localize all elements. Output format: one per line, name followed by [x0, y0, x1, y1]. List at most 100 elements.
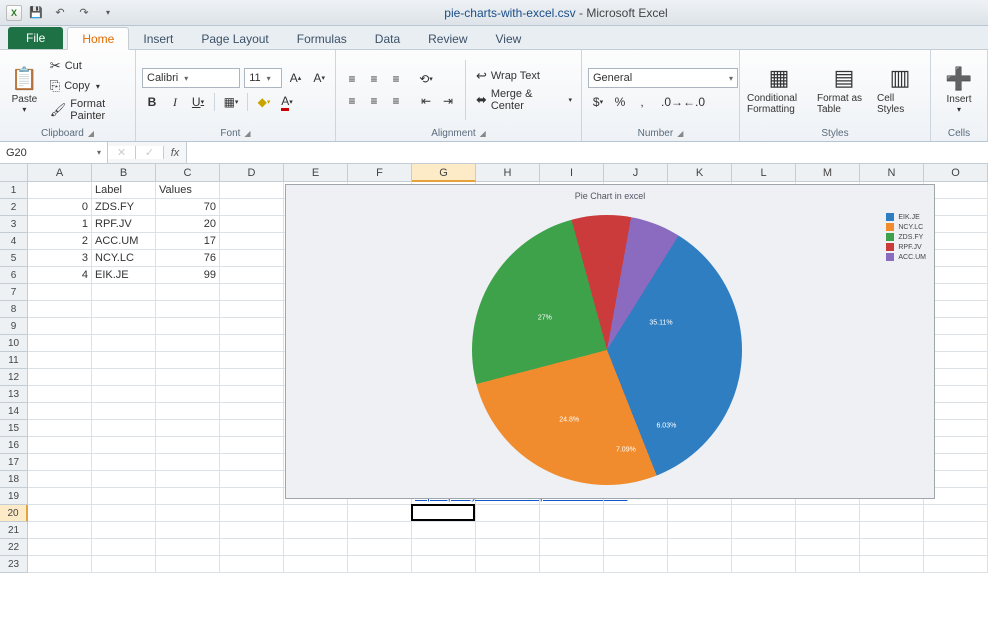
cell-L23[interactable] [732, 556, 796, 573]
tab-insert[interactable]: Insert [129, 28, 187, 49]
cell-M21[interactable] [796, 522, 860, 539]
row-header-20[interactable]: 20 [0, 505, 28, 522]
cell-E21[interactable] [284, 522, 348, 539]
col-header-D[interactable]: D [220, 164, 284, 182]
cell-L22[interactable] [732, 539, 796, 556]
col-header-K[interactable]: K [668, 164, 732, 182]
font-name-combo[interactable]: Calibri▾ [142, 68, 240, 88]
cell-B16[interactable] [92, 437, 156, 454]
cell-B22[interactable] [92, 539, 156, 556]
col-header-B[interactable]: B [92, 164, 156, 182]
cell-D10[interactable] [220, 335, 284, 352]
worksheet-grid[interactable]: ABCDEFGHIJKLMNO 123456789101112131415161… [0, 164, 988, 640]
cell-K20[interactable] [668, 505, 732, 522]
embedded-chart[interactable]: Pie Chart in excel EIK.JENCY.LCZDS.FYRPF… [285, 184, 935, 499]
grow-font-button[interactable]: A▴ [286, 68, 306, 88]
cell-styles-button[interactable]: ▥Cell Styles [876, 57, 924, 123]
font-size-combo[interactable]: 11▾ [244, 68, 281, 88]
col-header-I[interactable]: I [540, 164, 604, 182]
cell-A20[interactable] [28, 505, 92, 522]
cell-D19[interactable] [220, 488, 284, 505]
col-header-N[interactable]: N [860, 164, 924, 182]
cell-A9[interactable] [28, 318, 92, 335]
row-header-19[interactable]: 19 [0, 488, 28, 505]
cell-D17[interactable] [220, 454, 284, 471]
cell-B6[interactable]: EIK.JE [92, 267, 156, 284]
cell-A4[interactable]: 2 [28, 233, 92, 250]
copy-button[interactable]: ⎘Copy▾ [47, 77, 129, 95]
cell-I21[interactable] [540, 522, 604, 539]
col-header-E[interactable]: E [284, 164, 348, 182]
cell-B18[interactable] [92, 471, 156, 488]
row-header-6[interactable]: 6 [0, 267, 28, 284]
col-header-J[interactable]: J [604, 164, 668, 182]
cell-L20[interactable] [732, 505, 796, 522]
border-button[interactable]: ▦▾ [221, 92, 241, 112]
cell-B9[interactable] [92, 318, 156, 335]
undo-button[interactable]: ↶ [50, 3, 70, 23]
fill-color-button[interactable]: ◆▾ [254, 92, 274, 112]
cell-I20[interactable] [540, 505, 604, 522]
row-header-11[interactable]: 11 [0, 352, 28, 369]
cell-I22[interactable] [540, 539, 604, 556]
row-header-21[interactable]: 21 [0, 522, 28, 539]
tab-page-layout[interactable]: Page Layout [187, 28, 282, 49]
cell-D8[interactable] [220, 301, 284, 318]
col-header-C[interactable]: C [156, 164, 220, 182]
row-header-2[interactable]: 2 [0, 199, 28, 216]
cell-B8[interactable] [92, 301, 156, 318]
cell-C9[interactable] [156, 318, 220, 335]
cell-C11[interactable] [156, 352, 220, 369]
cell-G22[interactable] [412, 539, 476, 556]
cell-D4[interactable] [220, 233, 284, 250]
col-header-L[interactable]: L [732, 164, 796, 182]
cell-E22[interactable] [284, 539, 348, 556]
cell-C4[interactable]: 17 [156, 233, 220, 250]
increase-decimal-button[interactable]: .0→ [662, 92, 682, 112]
cell-C21[interactable] [156, 522, 220, 539]
redo-button[interactable]: ↷ [74, 3, 94, 23]
row-header-18[interactable]: 18 [0, 471, 28, 488]
cell-B7[interactable] [92, 284, 156, 301]
cell-A12[interactable] [28, 369, 92, 386]
cell-B15[interactable] [92, 420, 156, 437]
cell-D18[interactable] [220, 471, 284, 488]
cell-F22[interactable] [348, 539, 412, 556]
tab-file[interactable]: File [8, 27, 63, 49]
row-headers[interactable]: 1234567891011121314151617181920212223 [0, 182, 28, 573]
cell-A14[interactable] [28, 403, 92, 420]
cut-button[interactable]: ✂Cut [47, 57, 129, 75]
cell-E20[interactable] [284, 505, 348, 522]
cell-I23[interactable] [540, 556, 604, 573]
cell-N23[interactable] [860, 556, 924, 573]
cell-B10[interactable] [92, 335, 156, 352]
underline-button[interactable]: U▾ [188, 92, 208, 112]
cell-C7[interactable] [156, 284, 220, 301]
cell-A19[interactable] [28, 488, 92, 505]
cell-N21[interactable] [860, 522, 924, 539]
cell-D7[interactable] [220, 284, 284, 301]
shrink-font-button[interactable]: A▾ [309, 68, 329, 88]
cell-D6[interactable] [220, 267, 284, 284]
align-bottom-button[interactable]: ≡ [386, 69, 406, 89]
cell-J20[interactable] [604, 505, 668, 522]
cell-K22[interactable] [668, 539, 732, 556]
select-all-corner[interactable] [0, 164, 28, 182]
tab-data[interactable]: Data [361, 28, 414, 49]
cell-B1[interactable]: Label [92, 182, 156, 199]
cell-D20[interactable] [220, 505, 284, 522]
row-header-17[interactable]: 17 [0, 454, 28, 471]
tab-review[interactable]: Review [414, 28, 481, 49]
accounting-format-button[interactable]: $▾ [588, 92, 608, 112]
cell-B13[interactable] [92, 386, 156, 403]
row-header-13[interactable]: 13 [0, 386, 28, 403]
name-box[interactable]: G20▾ [0, 142, 108, 163]
cell-A13[interactable] [28, 386, 92, 403]
col-header-G[interactable]: G [412, 164, 476, 182]
row-header-3[interactable]: 3 [0, 216, 28, 233]
increase-indent-button[interactable]: ⇥ [438, 91, 458, 111]
tab-view[interactable]: View [482, 28, 536, 49]
cell-C15[interactable] [156, 420, 220, 437]
cell-D23[interactable] [220, 556, 284, 573]
row-header-12[interactable]: 12 [0, 369, 28, 386]
